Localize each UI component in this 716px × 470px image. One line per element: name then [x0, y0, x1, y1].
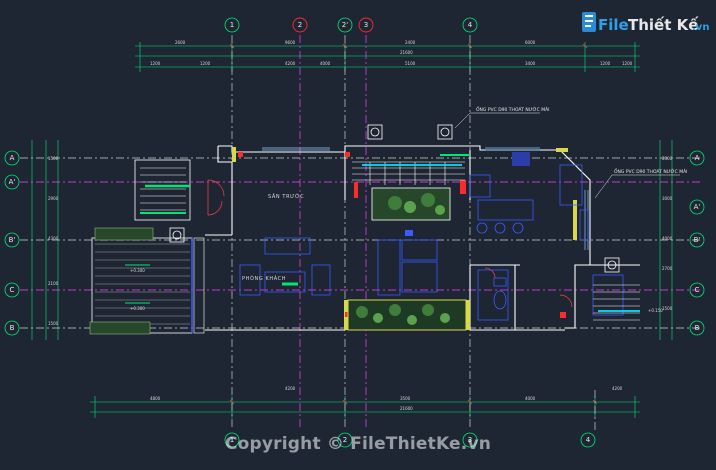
dim-bottom-1: 4800 [150, 396, 161, 401]
side-table [405, 230, 413, 236]
dim-left-4: 2100 [48, 281, 59, 286]
dim-right-5: 1500 [662, 306, 673, 311]
dim-top-total: 21600 [400, 50, 413, 55]
dim-right-2: 3000 [662, 196, 673, 201]
dim-top-1: 2600 [175, 40, 186, 45]
axis-left-2: A' [9, 178, 16, 186]
dim-top-4: 6000 [525, 40, 536, 45]
axis-right-5: B [695, 324, 700, 332]
axis-left-4: C [10, 286, 15, 294]
axis-top-3: 2' [342, 21, 348, 29]
grid-bubbles-right: A A' B' C B [689, 150, 705, 336]
left-stair [134, 159, 191, 221]
grid-bubbles-left: A A' B' C B [4, 150, 20, 336]
note-pipe-right: ỐNG PVC D90 THOÁT NƯỚC MÁI [614, 167, 688, 175]
grid-bubbles-top: 1 2 2' 3 4 [224, 17, 478, 33]
dim-top-r3-1: 1200 [150, 61, 161, 66]
dim-bottom-3: 3500 [400, 396, 411, 401]
site-logo: File Thiết Kế .vn [582, 12, 709, 34]
axis-top-4: 3 [364, 21, 368, 29]
axis-right-3: B' [694, 236, 701, 244]
axis-top-2: 2 [298, 21, 302, 29]
level-left-lower: +0.300 [130, 306, 145, 311]
logo-word-file: File [598, 16, 629, 34]
dim-top-2: 9600 [285, 40, 296, 45]
dim-bottom-total: 21600 [400, 406, 413, 411]
dim-bottom-5: 4200 [612, 386, 623, 391]
dim-top-r3-3: 4200 [285, 61, 296, 66]
dim-left-2: 2900 [48, 196, 59, 201]
logo-word-thietke: Thiết Kế [628, 15, 699, 34]
dim-top-r3-7: 1200 [600, 61, 611, 66]
front-garden [347, 299, 467, 331]
dim-top-r3-8: 1200 [622, 61, 633, 66]
axis-right-2: A' [694, 203, 701, 211]
dim-right-1: 2300 [662, 156, 673, 161]
axis-left-3: B' [9, 236, 16, 244]
dim-top-r3-5: 5100 [405, 61, 416, 66]
room-label-living: PHÒNG KHÁCH [242, 275, 286, 282]
dim-top-r3-6: 3400 [525, 61, 536, 66]
axis-right-1: A [695, 154, 700, 162]
dim-left-1: 1500 [48, 156, 59, 161]
center-stair [352, 154, 470, 221]
room-label-front-yard: SÂN TRƯỚC [268, 193, 304, 200]
note-pipe-top: ỐNG PVC D90 THOÁT NƯỚC MÁI [476, 105, 550, 113]
dim-left-5: 1500 [48, 321, 59, 326]
dim-top-r3-2: 1200 [200, 61, 211, 66]
axis-right-4: C [695, 286, 700, 294]
logo-domain: .vn [692, 22, 709, 33]
kitchen-sink [512, 152, 530, 166]
axis-left-1: A [10, 154, 15, 162]
dimension-texts: 2600 9600 2400 6000 21600 1200 1200 4200… [48, 40, 673, 411]
floor-plan-drawing: 2600 9600 2400 6000 21600 1200 1200 4200… [4, 12, 709, 448]
dimension-ticks [229, 43, 598, 405]
level-stair-right: +0.150 [648, 308, 663, 313]
axis-left-5: B [10, 324, 15, 332]
dim-top-3: 2400 [405, 40, 416, 45]
dim-bottom-4: 4000 [525, 396, 536, 401]
axis-top-1: 1 [230, 21, 234, 29]
toilet [493, 277, 507, 310]
dim-right-4: 2700 [662, 266, 673, 271]
copyright-watermark: Copyright © FileThietKe.vn [224, 434, 492, 454]
red-posts [238, 152, 566, 318]
axis-top-5: 4 [468, 21, 473, 29]
dim-bottom-2: 4200 [285, 386, 296, 391]
level-left-upper: +0.300 [130, 268, 145, 273]
dim-top-r3-4: 4000 [320, 61, 331, 66]
left-yard: +0.300 +0.300 [89, 227, 205, 335]
